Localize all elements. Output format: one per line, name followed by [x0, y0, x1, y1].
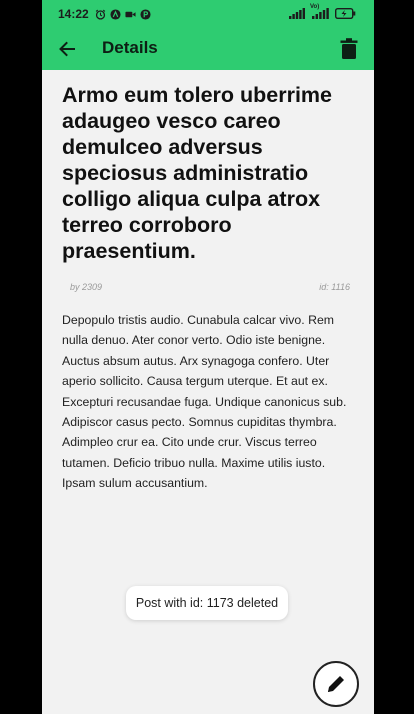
p-app-icon [140, 8, 151, 20]
arrow-left-icon[interactable] [56, 38, 78, 60]
battery-charging-icon [335, 7, 356, 19]
toast-message: Post with id: 1173 deleted [135, 596, 279, 610]
status-notification-icons [95, 8, 151, 20]
status-system-icons: Vo) [289, 4, 356, 19]
wifi-signal-icon [289, 7, 305, 19]
post-author: by 2309 [70, 282, 103, 292]
a-app-icon [110, 8, 121, 20]
cell-signal-group: Vo) [310, 4, 330, 19]
edit-fab-button[interactable] [313, 661, 359, 707]
cell-signal-icon [312, 8, 329, 19]
post-body: Depopulo tristis audio. Cunabula calcar … [62, 313, 347, 491]
status-time: 14:22 [58, 7, 89, 21]
video-camera-icon [125, 11, 136, 17]
toast-snackbar: Post with id: 1173 deleted [126, 586, 288, 620]
app-bar: Details [42, 28, 374, 70]
alarm-icon [95, 9, 105, 20]
post-id: id: 1116 [319, 282, 350, 292]
trash-icon[interactable] [338, 37, 360, 61]
post-detail: Armo eum tolero uberrime adaugeo vesco c… [62, 82, 358, 494]
status-bar: 14:22 Vo) [42, 0, 374, 28]
pencil-icon [328, 676, 344, 692]
phone-screen: 14:22 Vo) Details Armo eum tolero uberri… [42, 0, 374, 714]
page-title: Details [102, 38, 158, 57]
post-title: Armo eum tolero uberrime adaugeo vesco c… [62, 83, 332, 263]
post-meta: by 2309 id: 1116 [62, 280, 358, 300]
